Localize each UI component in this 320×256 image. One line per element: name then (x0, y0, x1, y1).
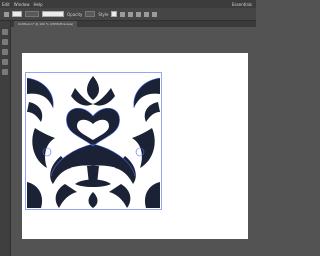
corner-leaf-tl (27, 102, 43, 122)
crown-bud (87, 76, 99, 100)
side-scroll-left (32, 128, 55, 168)
corner-swirl-bl (27, 182, 43, 208)
stem-base (75, 179, 111, 187)
pen-tool-icon[interactable] (2, 49, 8, 55)
isolate-icon[interactable] (144, 11, 150, 17)
style-label: Style (98, 11, 109, 17)
workspace-label[interactable]: Essentials (232, 2, 252, 7)
bottom-leaf-right (109, 184, 131, 208)
corner-leaf-tr (144, 102, 160, 122)
shape-tool-icon[interactable] (2, 69, 8, 75)
bottom-leaf-left (55, 184, 77, 208)
align-icon[interactable] (120, 11, 126, 17)
tools-panel (0, 21, 11, 256)
document-tab[interactable]: Untitled-1* @ 100 % (CMYK/Preview) (14, 21, 78, 27)
fill-swatch[interactable] (12, 11, 22, 17)
opacity-field[interactable] (85, 11, 96, 17)
corner-swirl-br (144, 182, 160, 208)
arrange-icon[interactable] (152, 11, 158, 17)
bottom-bud (88, 192, 98, 208)
document-tab-bar: Untitled-1* @ 100 % (CMYK/Preview) (0, 21, 256, 27)
ornament-shapes (27, 76, 160, 208)
workspace-switcher: Essentials (232, 2, 256, 7)
recolor-icon[interactable] (136, 11, 142, 17)
damask-pattern-artwork[interactable] (25, 72, 162, 210)
style-swatch[interactable] (111, 11, 118, 17)
transform-icon[interactable] (128, 11, 134, 17)
direct-selection-tool-icon[interactable] (2, 39, 8, 45)
side-scroll-right (132, 128, 155, 168)
heart-scroll (66, 108, 120, 146)
selection-icon[interactable] (4, 11, 9, 17)
selection-tool-icon[interactable] (2, 29, 8, 35)
menu-edit[interactable]: Edit (2, 2, 10, 7)
opacity-label: Opacity (67, 11, 83, 17)
control-bar: Opacity Style (0, 8, 256, 21)
type-tool-icon[interactable] (2, 59, 8, 65)
stroke-weight-field[interactable] (25, 11, 39, 17)
menu-help[interactable]: Help (34, 2, 43, 7)
menu-bar: Edit Window Help Essentials (0, 0, 256, 8)
menu-window[interactable]: Window (14, 2, 30, 7)
damask-pattern-svg (25, 72, 162, 210)
brush-definition-dropdown[interactable] (42, 11, 64, 17)
